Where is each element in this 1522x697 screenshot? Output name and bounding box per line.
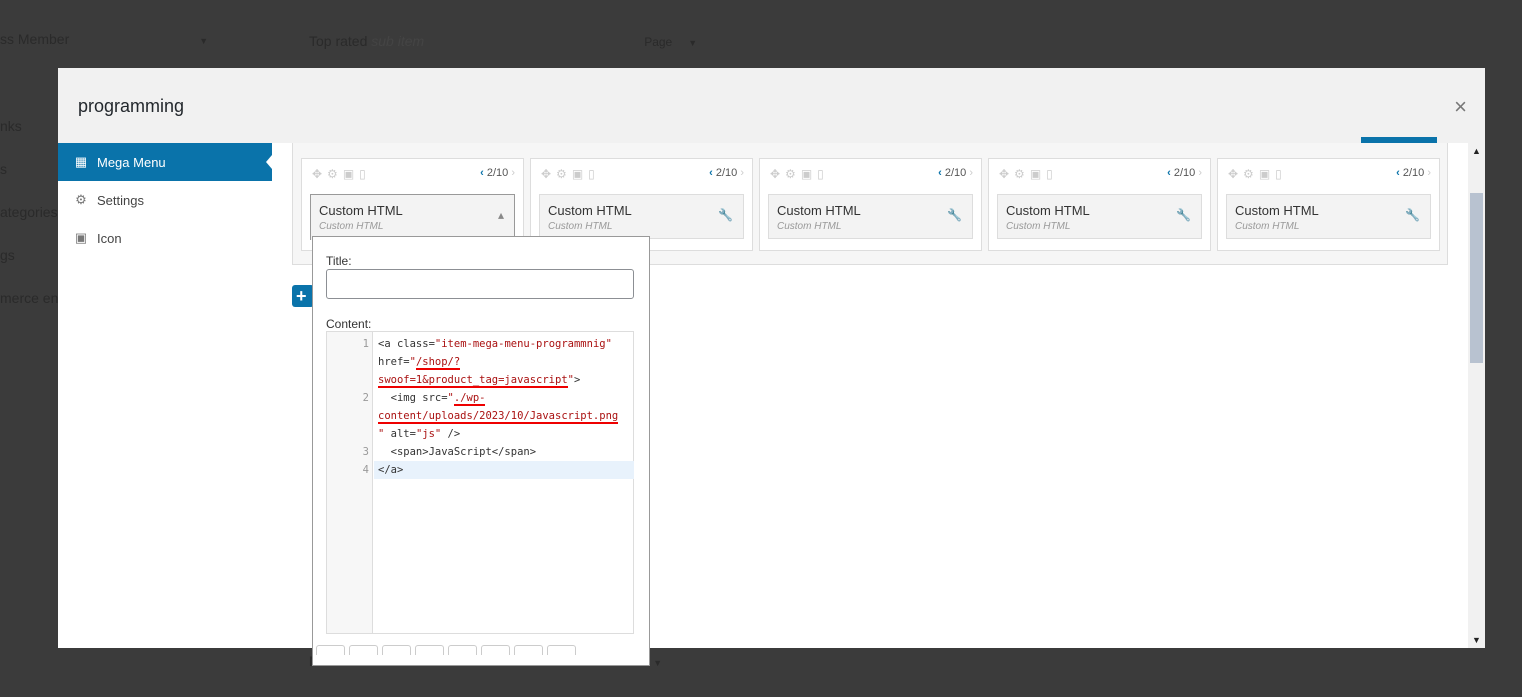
wrench-icon[interactable]: 🔧 [718, 208, 733, 222]
column-tools-icons[interactable]: ✥⚙▣▯ [999, 167, 1058, 181]
column-width-pager[interactable]: ‹ 2/10 › [1396, 167, 1431, 179]
menu-column: ✥⚙▣▯ ‹ 2/10 › Custom HTML Custom HTML 🔧 [759, 158, 982, 251]
title-label: Title: [326, 254, 352, 268]
sidebar-item-mega-menu[interactable]: ▦ Mega Menu [58, 143, 272, 181]
column-width: 2/10 [486, 167, 509, 179]
bg-frag-4: gs [0, 247, 15, 263]
collapse-arrow-icon[interactable]: ▴ [498, 208, 504, 222]
menu-column: ✥⚙▣▯ ‹ 2/10 › Custom HTML Custom HTML 🔧 [1217, 158, 1440, 251]
widget-title: Custom HTML [1006, 203, 1090, 218]
line-number: 3 [362, 446, 369, 458]
widget-subtitle: Custom HTML [777, 221, 842, 232]
column-tools-icons[interactable]: ✥⚙▣▯ [541, 167, 600, 181]
wrench-icon[interactable]: 🔧 [1405, 208, 1420, 222]
widget-title: Custom HTML [1235, 203, 1319, 218]
sidebar-item-label: Mega Menu [97, 154, 166, 170]
code-line: href="/shop/? [378, 356, 461, 370]
column-width-pager[interactable]: ‹ 2/10 › [480, 167, 515, 179]
wrench-icon[interactable]: 🔧 [947, 208, 962, 222]
widget-title: Custom HTML [777, 203, 861, 218]
sidebar-item-settings[interactable]: ⚙ Settings [58, 181, 272, 219]
widget-settings-popup: Title: Content: 1 2 3 4 <a class="item-m… [312, 236, 650, 666]
modal-title: programming [78, 96, 185, 116]
wrench-icon[interactable]: 🔧 [1176, 208, 1191, 222]
bg-member: ss Member ▼ [0, 31, 209, 47]
column-width-pager[interactable]: ‹ 2/10 › [938, 167, 973, 179]
widget-custom-html[interactable]: Custom HTML Custom HTML ▴ [310, 194, 515, 240]
widget-custom-html[interactable]: Custom HTML Custom HTML 🔧 [1226, 194, 1431, 239]
chevron-right-icon[interactable]: › [1427, 167, 1431, 179]
code-line-active: </a> [374, 461, 634, 479]
menu-column: ✥⚙▣▯ ‹ 2/10 › Custom HTML Custom HTML 🔧 [988, 158, 1211, 251]
modal-sidebar: ▦ Mega Menu ⚙ Settings ▣ Icon [58, 143, 272, 648]
chevron-right-icon[interactable]: › [511, 167, 515, 179]
widget-title: Custom HTML [548, 203, 632, 218]
bg-frag-3: ategories [0, 204, 58, 220]
modal-header: programming × [58, 68, 1485, 143]
column-width-pager[interactable]: ‹ 2/10 › [709, 167, 744, 179]
bg-top-rated: Top rated sub item Page ▼ [309, 33, 698, 49]
widget-custom-html[interactable]: Custom HTML Custom HTML 🔧 [768, 194, 973, 239]
line-number: 4 [362, 464, 369, 476]
scroll-down-icon[interactable]: ▼ [1472, 635, 1481, 645]
widget-title: Custom HTML [319, 203, 403, 218]
image-icon: ▣ [74, 230, 88, 245]
scroll-up-icon[interactable]: ▲ [1472, 146, 1481, 156]
table-icon: ▦ [74, 154, 88, 169]
code-line: content/uploads/2023/10/Javascript.png [378, 410, 619, 424]
bg-frag-5: merce en [0, 290, 59, 306]
column-tools-icons[interactable]: ✥⚙▣▯ [312, 167, 371, 181]
widget-custom-html[interactable]: Custom HTML Custom HTML 🔧 [997, 194, 1202, 239]
close-icon[interactable]: × [1454, 94, 1467, 120]
sidebar-item-label: Settings [97, 192, 144, 208]
mega-menu-modal: programming × ▦ Mega Menu ⚙ Settings ▣ Icon… [58, 68, 1485, 648]
bg-top-rated-label: Top rated [309, 33, 368, 49]
widget-subtitle: Custom HTML [1006, 221, 1071, 232]
content-label: Content: [326, 317, 372, 331]
bg-member-label: ss Member [0, 31, 70, 47]
widget-subtitle: Custom HTML [319, 221, 384, 232]
bg-frag-1: nks [0, 118, 22, 134]
column-width: 2/10 [944, 167, 967, 179]
column-width: 2/10 [715, 167, 738, 179]
chevron-left-icon[interactable]: ‹ [480, 167, 484, 179]
code-line: <a class="item-mega-menu-programmnig" [378, 338, 612, 350]
gear-icon: ⚙ [75, 192, 87, 207]
scrollbar[interactable]: ▲ ▼ [1468, 143, 1485, 648]
code-line: <img src="./wp- [378, 392, 486, 406]
content-code-editor[interactable]: 1 2 3 4 <a class="item-mega-menu-program… [326, 331, 634, 634]
column-width-pager[interactable]: ‹ 2/10 › [1167, 167, 1202, 179]
chevron-right-icon[interactable]: › [969, 167, 973, 179]
chevron-left-icon[interactable]: ‹ [1167, 167, 1171, 179]
line-gutter: 1 2 3 4 [327, 332, 373, 633]
chevron-right-icon[interactable]: › [740, 167, 744, 179]
sidebar-item-icon[interactable]: ▣ Icon [58, 219, 272, 257]
column-width: 2/10 [1402, 167, 1425, 179]
line-number: 1 [362, 338, 369, 350]
bg-page-type: Page [644, 35, 673, 49]
chevron-left-icon[interactable]: ‹ [1396, 167, 1400, 179]
chevron-left-icon[interactable]: ‹ [938, 167, 942, 179]
line-number: 2 [362, 392, 369, 404]
column-tools-icons[interactable]: ✥⚙▣▯ [1228, 167, 1287, 181]
add-column-button[interactable]: + [292, 285, 314, 307]
column-tools-icons[interactable]: ✥⚙▣▯ [770, 167, 829, 181]
chevron-right-icon[interactable]: › [1198, 167, 1202, 179]
scrollbar-thumb[interactable] [1470, 193, 1483, 363]
widget-subtitle: Custom HTML [548, 221, 613, 232]
column-width: 2/10 [1173, 167, 1196, 179]
title-input[interactable] [326, 269, 634, 299]
code-line: swoof=1&product_tag=javascript"> [378, 374, 581, 388]
widget-subtitle: Custom HTML [1235, 221, 1300, 232]
sidebar-item-label: Icon [97, 230, 122, 246]
bg-top-rated-sub: sub item [371, 33, 425, 49]
bg-frag-2: s [0, 161, 7, 177]
chevron-left-icon[interactable]: ‹ [709, 167, 713, 179]
editor-toolbar [316, 645, 576, 655]
widget-custom-html[interactable]: Custom HTML Custom HTML 🔧 [539, 194, 744, 239]
code-line: <span>JavaScript</span> [378, 446, 537, 458]
code-line: " alt="js" /> [378, 428, 461, 440]
